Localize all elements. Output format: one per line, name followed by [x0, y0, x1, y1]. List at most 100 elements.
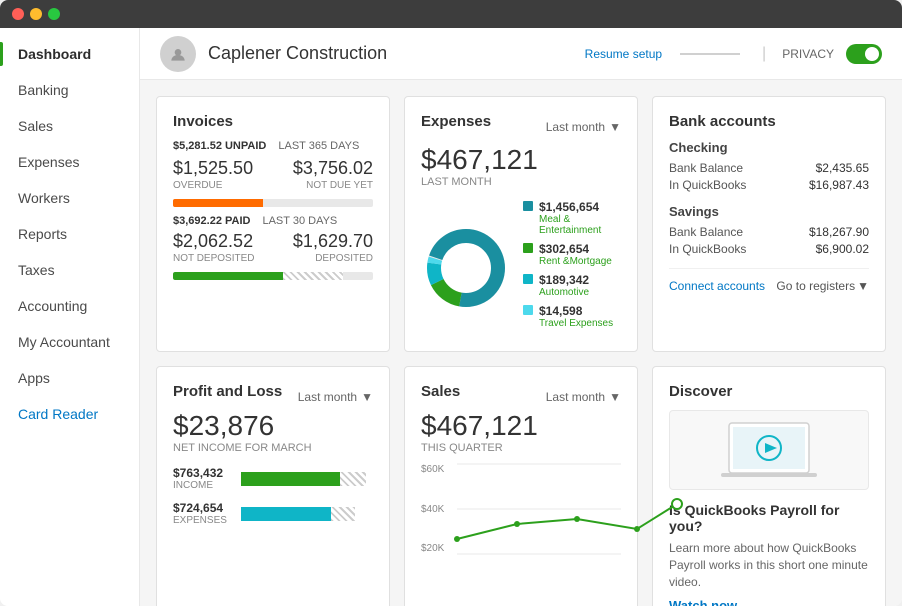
deposited-label: DEPOSITED [293, 253, 373, 264]
legend-dot-travel [523, 305, 533, 315]
watch-now-link[interactable]: Watch now [669, 598, 869, 606]
sidebar-item-accounting[interactable]: Accounting [0, 288, 139, 324]
not-deposited-bar-fill [283, 272, 343, 280]
sales-card: Sales Last month ▼ $467,121 THIS QUARTER… [404, 366, 638, 606]
overdue-amount: $1,525.50 [173, 158, 253, 179]
sidebar-item-sales[interactable]: Sales [0, 108, 139, 144]
overdue-progress-bar [173, 199, 373, 207]
deposited-amount: $1,629.70 [293, 231, 373, 252]
app-header: Caplener Construction Resume setup | PRI… [140, 28, 902, 80]
y-label-60k: $60K [421, 464, 444, 475]
expenses-bar-track [241, 507, 373, 521]
savings-bank-balance-label: Bank Balance [669, 225, 743, 239]
sidebar-item-dashboard[interactable]: Dashboard [0, 36, 139, 72]
privacy-label: PRIVACY [782, 47, 834, 61]
profit-loss-card: Profit and Loss Last month ▼ $23,876 NET… [156, 366, 390, 606]
expenses-card: Expenses Last month ▼ $467,121 LAST MONT… [404, 96, 638, 352]
sidebar-item-apps[interactable]: Apps [0, 360, 139, 396]
sales-title: Sales [421, 383, 460, 400]
savings-bank-balance-row: Bank Balance $18,267.90 [669, 225, 869, 239]
y-axis: $60K $40K $20K [421, 464, 444, 554]
close-button[interactable] [12, 8, 24, 20]
legend-item-travel: $14,598 Travel Expenses [523, 304, 621, 329]
sidebar-item-reports[interactable]: Reports [0, 216, 139, 252]
sidebar-item-my-accountant[interactable]: My Accountant [0, 324, 139, 360]
maximize-button[interactable] [48, 8, 60, 20]
expenses-donut-section: $1,456,654 Meal & Entertainment $302,654… [421, 200, 621, 335]
pnl-period-selector[interactable]: Last month ▼ [298, 390, 373, 404]
savings-section: Savings Bank Balance $18,267.90 In Quick… [669, 204, 869, 256]
legend-item-auto: $189,342 Automotive [523, 273, 621, 298]
checking-qb-label: In QuickBooks [669, 178, 746, 192]
company-icon [160, 36, 196, 72]
bank-footer: Connect accounts Go to registers ▼ [669, 268, 869, 293]
income-bar-hatch [340, 472, 366, 486]
last-30: LAST 30 DAYS [262, 215, 337, 227]
expenses-header: Expenses Last month ▼ [421, 113, 621, 140]
pnl-amount: $23,876 [173, 410, 373, 442]
checking-qb-amount: $16,987.43 [809, 178, 869, 192]
savings-title: Savings [669, 204, 869, 219]
not-deposited-amount: $2,062.52 [173, 231, 255, 252]
sidebar: Dashboard Banking Sales Expenses Workers… [0, 28, 140, 606]
pnl-bar-chart: $763,432 INCOME [173, 466, 373, 526]
invoices-paid-row: $3,692.22 PAID LAST 30 DAYS [173, 215, 373, 227]
privacy-toggle[interactable] [846, 44, 882, 64]
expenses-bar-fill [241, 507, 331, 521]
sidebar-item-banking[interactable]: Banking [0, 72, 139, 108]
income-bar-row: $763,432 INCOME [173, 466, 373, 491]
bank-accounts-card: Bank accounts Checking Bank Balance $2,4… [652, 96, 886, 352]
discover-card: Discover Is QuickBooks Payroll for you? … [652, 366, 886, 606]
setup-progress-line [680, 53, 740, 55]
dashboard-grid: Invoices $5,281.52 UNPAID LAST 365 DAYS … [140, 80, 902, 606]
legend-dot-meal [523, 201, 533, 211]
discover-illustration [669, 410, 869, 490]
overdue-bar-fill [173, 199, 263, 207]
laptop-illustration [719, 418, 819, 483]
resume-setup-link[interactable]: Resume setup [585, 47, 662, 61]
y-label-20k: $20K [421, 543, 444, 554]
chevron-down-icon: ▼ [609, 390, 621, 404]
chevron-down-icon: ▼ [857, 279, 869, 293]
unpaid-amount: $5,281.52 UNPAID [173, 140, 266, 152]
company-name: Caplener Construction [208, 43, 585, 64]
checking-qb-balance-row: In QuickBooks $16,987.43 [669, 178, 869, 192]
sidebar-item-taxes[interactable]: Taxes [0, 252, 139, 288]
savings-qb-amount: $6,900.02 [816, 242, 869, 256]
sales-period-selector[interactable]: Last month ▼ [546, 390, 621, 404]
expenses-donut-chart [421, 223, 511, 313]
connect-accounts-link[interactable]: Connect accounts [669, 279, 765, 293]
legend-item-meal: $1,456,654 Meal & Entertainment [523, 200, 621, 236]
chevron-down-icon: ▼ [609, 120, 621, 134]
deposited-progress-bar [173, 272, 373, 280]
invoices-title: Invoices [173, 113, 373, 130]
sidebar-item-expenses[interactable]: Expenses [0, 144, 139, 180]
expenses-title: Expenses [421, 113, 491, 130]
sidebar-item-workers[interactable]: Workers [0, 180, 139, 216]
deposited-bar-fill [173, 272, 283, 280]
checking-bank-balance-row: Bank Balance $2,435.65 [669, 161, 869, 175]
discover-text: Learn more about how QuickBooks Payroll … [669, 540, 869, 590]
legend-dot-auto [523, 274, 533, 284]
chevron-down-icon: ▼ [361, 390, 373, 404]
header-divider: | [762, 45, 766, 63]
invoices-card: Invoices $5,281.52 UNPAID LAST 365 DAYS … [156, 96, 390, 352]
go-to-registers-link[interactable]: Go to registers ▼ [776, 279, 869, 293]
checking-bank-balance-label: Bank Balance [669, 161, 743, 175]
overdue-label: OVERDUE [173, 180, 253, 191]
minimize-button[interactable] [30, 8, 42, 20]
expenses-legend: $1,456,654 Meal & Entertainment $302,654… [523, 200, 621, 335]
expenses-bar-label: EXPENSES [173, 515, 233, 526]
checking-title: Checking [669, 140, 869, 155]
sidebar-item-card-reader[interactable]: Card Reader [0, 396, 139, 432]
pnl-header: Profit and Loss Last month ▼ [173, 383, 373, 410]
sales-header: Sales Last month ▼ [421, 383, 621, 410]
discover-card-title: Is QuickBooks Payroll for you? [669, 502, 869, 534]
income-label: INCOME [173, 480, 233, 491]
savings-qb-label: In QuickBooks [669, 242, 746, 256]
income-amount: $763,432 [173, 466, 233, 480]
expenses-period-selector[interactable]: Last month ▼ [546, 120, 621, 134]
expenses-amount: $467,121 [421, 144, 621, 176]
title-bar [0, 0, 902, 28]
invoice-deposit-row: $2,062.52 NOT DEPOSITED $1,629.70 DEPOSI… [173, 231, 373, 264]
